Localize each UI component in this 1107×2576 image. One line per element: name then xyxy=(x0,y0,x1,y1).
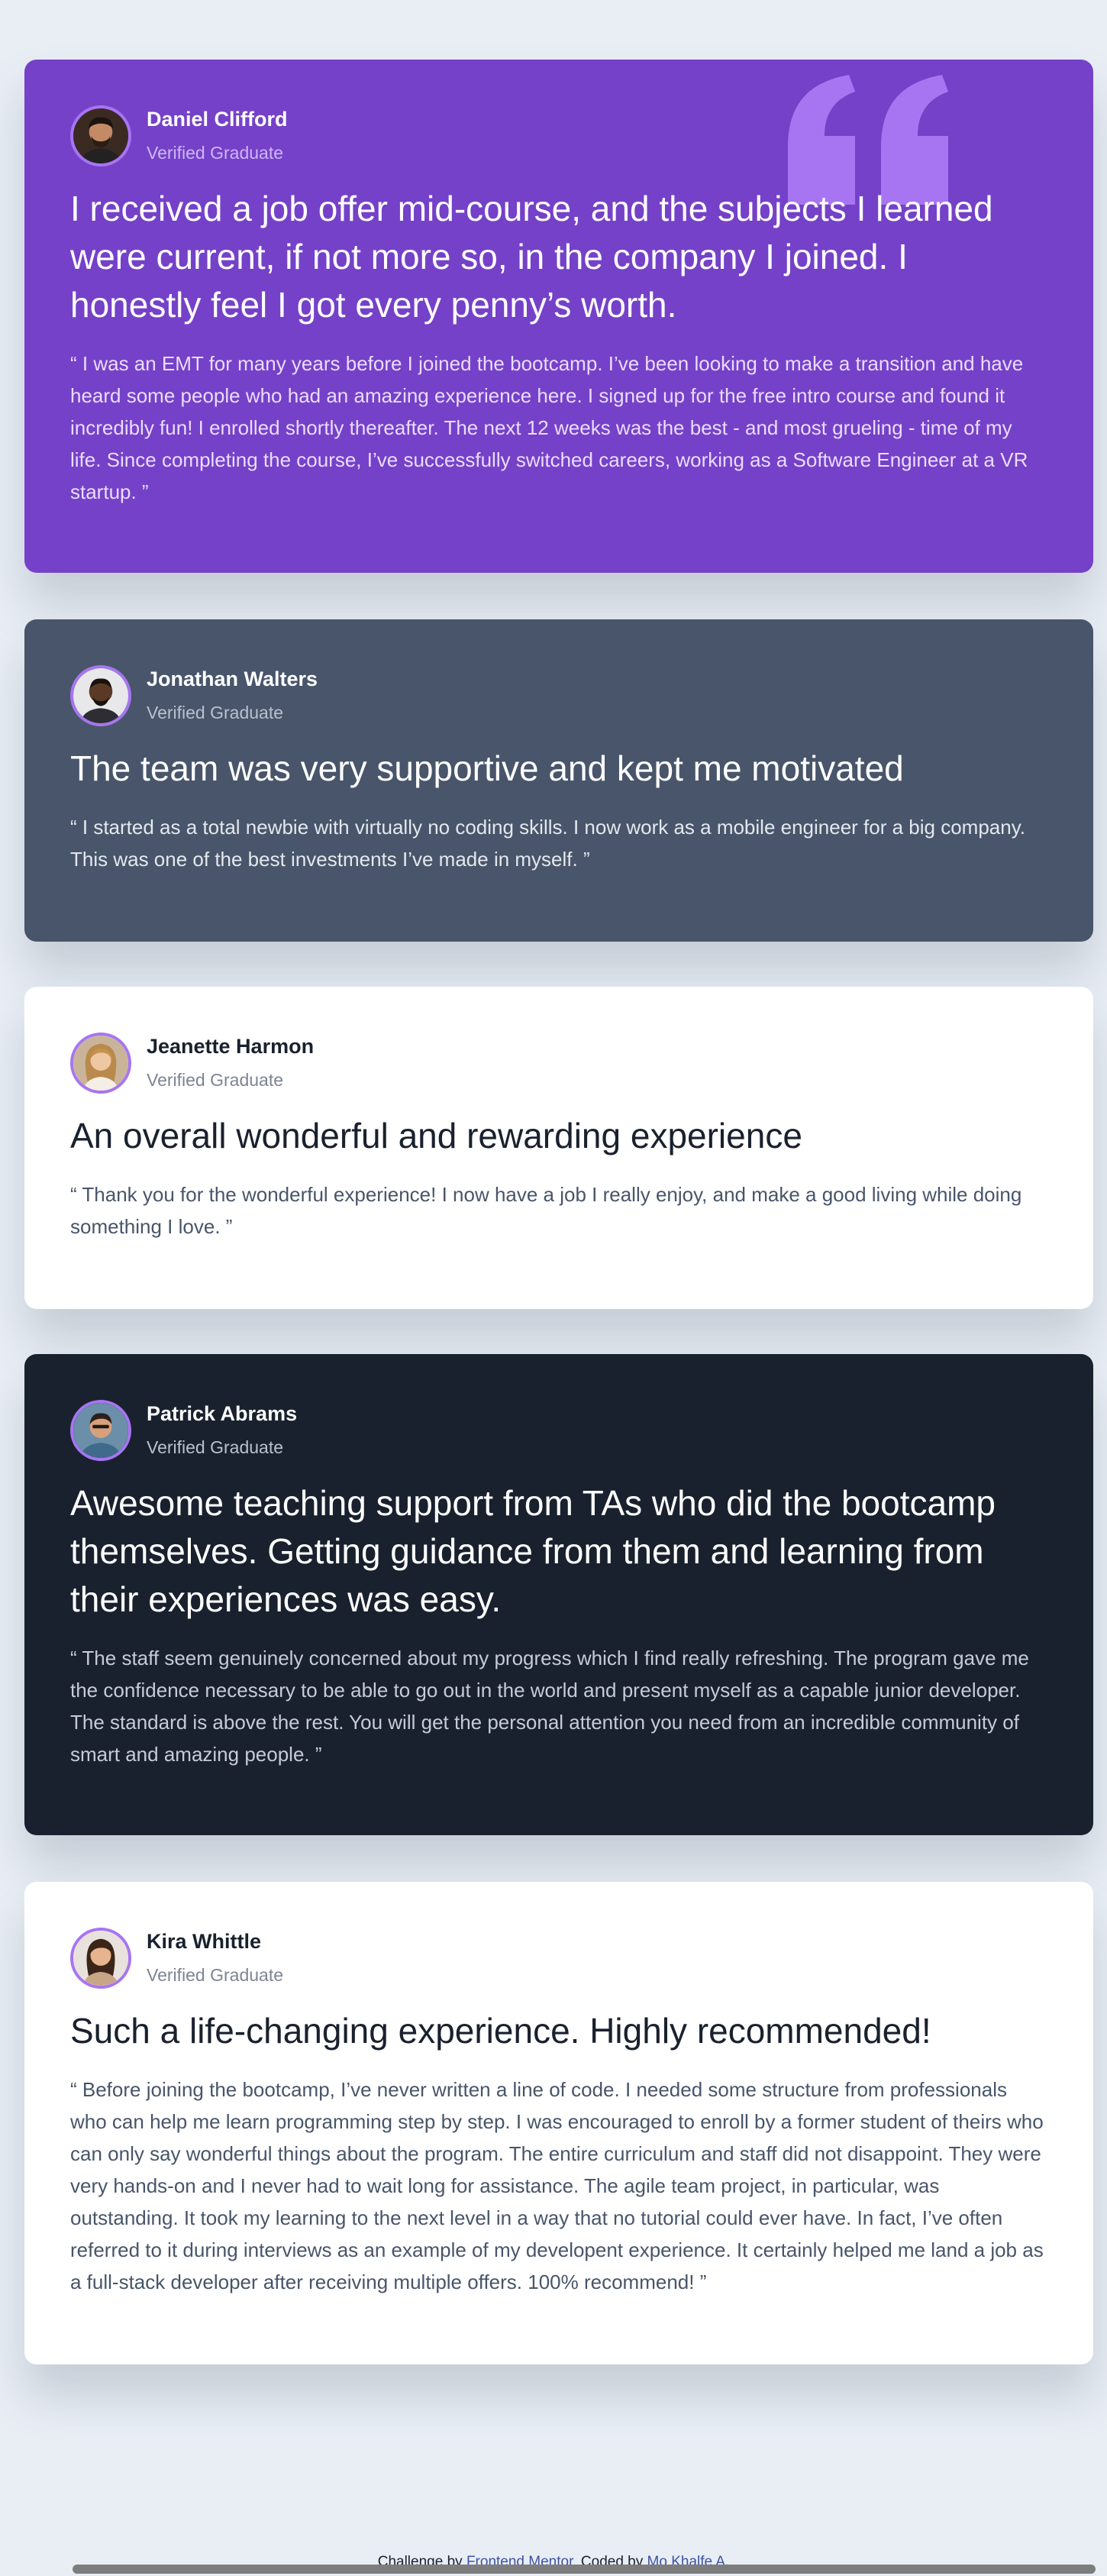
person-role: Verified Graduate xyxy=(147,703,284,722)
avatar xyxy=(70,105,131,166)
testimonial-card-jeanette: Jeanette Harmon Verified Graduate An ove… xyxy=(24,987,1093,1309)
person-header: Kira Whittle Verified Graduate xyxy=(70,1928,1047,1989)
testimonial-headline: I received a job offer mid-course, and t… xyxy=(70,189,993,325)
person-name: Jonathan Walters xyxy=(147,667,318,690)
avatar-man-dark-icon xyxy=(73,668,128,723)
avatar xyxy=(70,1928,131,1989)
testimonial-card-jonathan: Jonathan Walters Verified Graduate The t… xyxy=(24,619,1093,942)
person-header: Patrick Abrams Verified Graduate xyxy=(70,1400,1047,1461)
testimonial-headline: The team was very supportive and kept me… xyxy=(70,748,904,788)
testimonial-quote: “ I started as a total newbie with virtu… xyxy=(70,816,1026,871)
testimonial-quote: “ Before joining the bootcamp, I’ve neve… xyxy=(70,2078,1044,2293)
avatar xyxy=(70,665,131,726)
testimonial-headline: Such a life-changing experience. Highly … xyxy=(70,2011,931,2051)
person-header: Jonathan Walters Verified Graduate xyxy=(70,665,1047,726)
person-role: Verified Graduate xyxy=(147,143,284,163)
avatar-man-outdoor-icon xyxy=(73,1403,128,1458)
avatar-woman-blonde-icon xyxy=(73,1036,128,1091)
person-header: Jeanette Harmon Verified Graduate xyxy=(70,1033,1047,1094)
avatar xyxy=(70,1033,131,1094)
person-role: Verified Graduate xyxy=(147,1965,284,1985)
person-name: Jeanette Harmon xyxy=(147,1035,315,1058)
avatar-woman-brunette-icon xyxy=(73,1931,128,1986)
testimonial-card-daniel: Daniel Clifford Verified Graduate I rece… xyxy=(24,60,1093,573)
avatar-man-beard-icon xyxy=(73,108,128,163)
testimonial-quote: “ The staff seem genuinely concerned abo… xyxy=(70,1647,1029,1766)
person-name: Kira Whittle xyxy=(147,1930,262,1953)
testimonial-quote: “ I was an EMT for many years before I j… xyxy=(70,352,1028,503)
person-role: Verified Graduate xyxy=(147,1070,284,1090)
testimonial-headline: Awesome teaching support from TAs who di… xyxy=(70,1483,996,1619)
avatar xyxy=(70,1400,131,1461)
person-name: Daniel Clifford xyxy=(147,108,288,131)
person-role: Verified Graduate xyxy=(147,1437,284,1457)
testimonial-card-patrick: Patrick Abrams Verified Graduate Awesome… xyxy=(24,1354,1093,1835)
horizontal-scrollbar[interactable] xyxy=(73,2565,1096,2574)
person-header: Daniel Clifford Verified Graduate xyxy=(70,105,1047,166)
testimonial-quote: “ Thank you for the wonderful experience… xyxy=(70,1183,1022,1238)
testimonial-card-kira: Kira Whittle Verified Graduate Such a li… xyxy=(24,1882,1093,2364)
testimonial-headline: An overall wonderful and rewarding exper… xyxy=(70,1116,802,1155)
person-name: Patrick Abrams xyxy=(147,1402,298,1425)
